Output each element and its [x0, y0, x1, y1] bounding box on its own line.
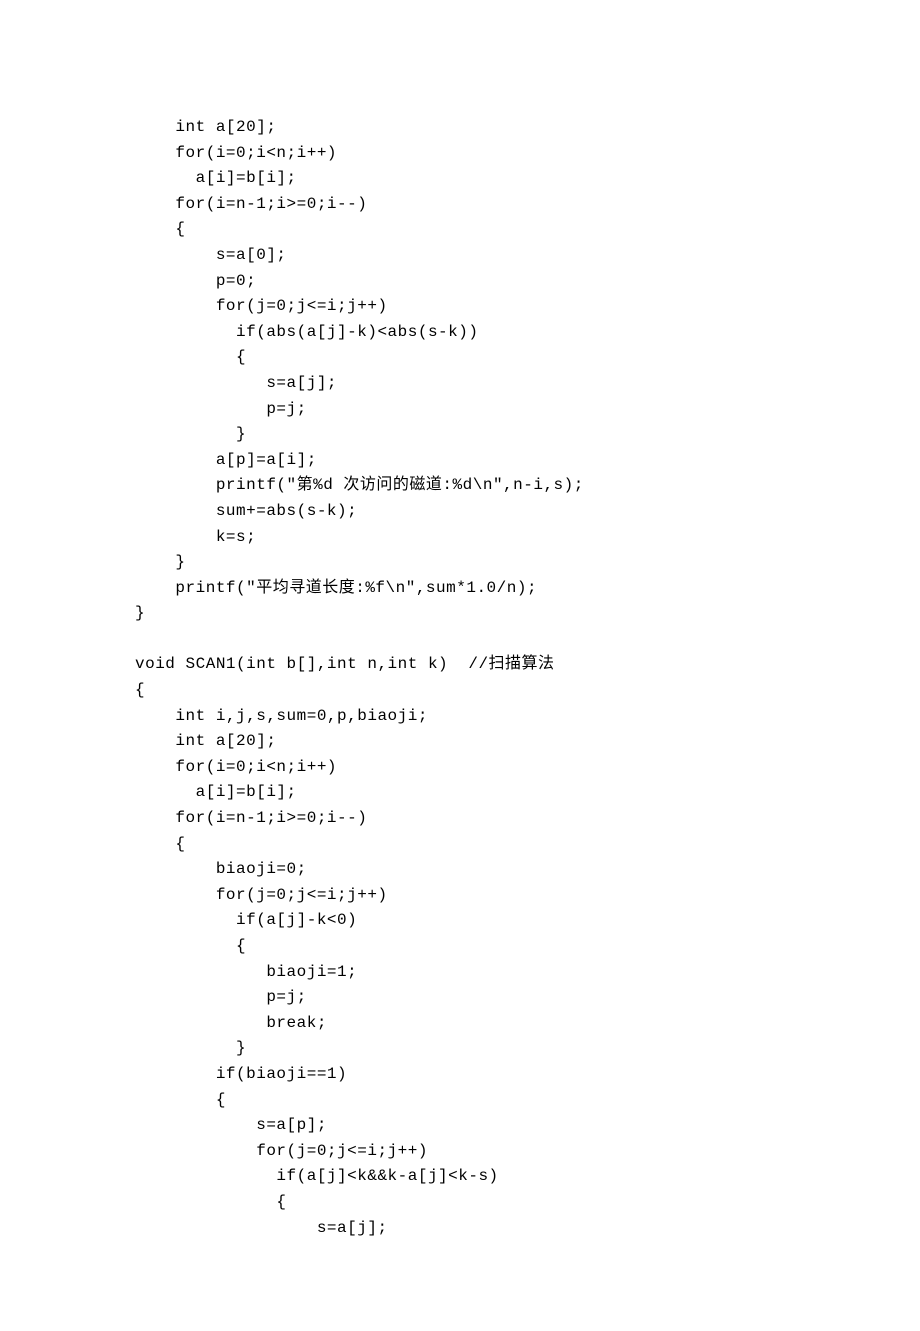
code-document: int a[20]; for(i=0;i<n;i++) a[i]=b[i]; f…: [0, 0, 920, 1331]
code-block: int a[20]; for(i=0;i<n;i++) a[i]=b[i]; f…: [135, 118, 584, 1237]
